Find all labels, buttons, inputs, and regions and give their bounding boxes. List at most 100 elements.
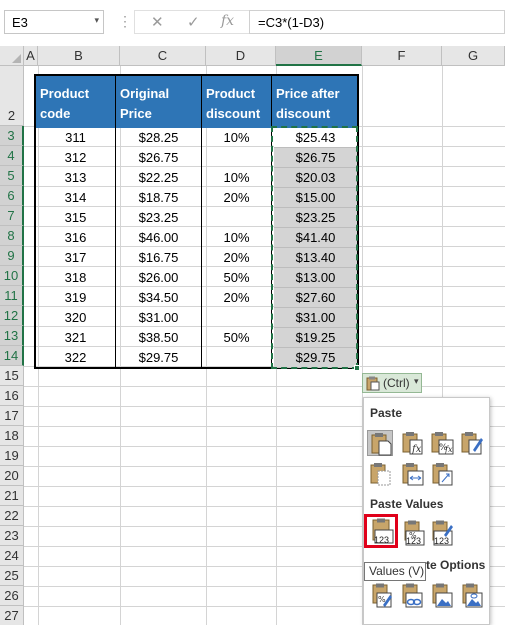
table-cell[interactable]: 50% [202,268,271,288]
table-cell[interactable] [202,148,271,168]
row-header-17[interactable]: 17 [0,406,24,426]
table-cell[interactable]: $22.25 [116,168,201,188]
row-header-25[interactable]: 25 [0,566,24,586]
table-cell[interactable]: 319 [36,288,115,308]
enter-icon[interactable]: ✓ [187,13,200,31]
values-source-formatting-label: 123 [434,536,450,546]
row-header-9[interactable]: 9 [0,246,24,266]
paste-options-button[interactable]: (Ctrl) ▾ [362,373,422,393]
paste-icon [371,433,392,456]
formula-input[interactable]: =C3*(1-D3) [249,10,505,34]
table-header[interactable]: Price after discount [272,76,357,128]
row-header-5[interactable]: 5 [0,166,24,186]
row-header-22[interactable]: 22 [0,506,24,526]
paste-formatting-button[interactable]: % [369,583,395,609]
row-header-11[interactable]: 11 [0,286,24,306]
paste-link-button[interactable] [399,583,425,609]
paste-keep-source-formatting-button[interactable] [459,430,485,456]
table-cell[interactable]: 321 [36,328,115,348]
column-header-e[interactable]: E [276,46,362,66]
row-header-18[interactable]: 18 [0,426,24,446]
column-header-d[interactable]: D [206,46,276,66]
table-cell[interactable] [202,348,271,368]
paste-formulas-number-format-button[interactable]: % fx [429,430,455,456]
table-header[interactable]: Product code [36,76,116,128]
table-cell[interactable]: $23.25 [116,208,201,228]
row-header-12[interactable]: 12 [0,306,24,326]
select-all-button[interactable] [0,46,24,66]
table-cell[interactable]: 318 [36,268,115,288]
table-cell[interactable]: 313 [36,168,115,188]
drag-handle-icon[interactable]: ⋮ [118,13,132,30]
table-cell[interactable]: $46.00 [116,228,201,248]
paste-no-borders-icon [370,463,391,486]
cancel-icon[interactable]: ✕ [151,13,164,31]
row-header-23[interactable]: 23 [0,526,24,546]
row-header-15[interactable]: 15 [0,366,24,386]
row-header-20[interactable]: 20 [0,466,24,486]
row-header-26[interactable]: 26 [0,586,24,606]
column-header-a[interactable]: A [24,46,38,66]
row-header-2[interactable]: 2 [0,66,24,126]
row-header-24[interactable]: 24 [0,546,24,566]
table-header[interactable]: Product discount [202,76,272,128]
paste-formatting-brush-icon [461,432,483,455]
table-cell[interactable]: 322 [36,348,115,368]
paste-button[interactable] [367,430,393,456]
chevron-down-icon[interactable]: ▾ [94,15,99,26]
table-cell[interactable]: 311 [36,128,115,148]
column-header-b[interactable]: B [38,46,120,66]
table-cell[interactable]: 20% [202,288,271,308]
table-cell[interactable]: 315 [36,208,115,228]
table-cell[interactable]: 10% [202,228,271,248]
name-box[interactable]: E3 ▾ [4,10,104,34]
table-cell[interactable]: 10% [202,168,271,188]
paste-keep-column-widths-button[interactable] [399,461,425,487]
table-cell[interactable]: 320 [36,308,115,328]
row-header-8[interactable]: 8 [0,226,24,246]
column-header-g[interactable]: G [442,46,505,66]
row-header-10[interactable]: 10 [0,266,24,286]
insert-function-icon[interactable]: fx [221,13,234,29]
row-header-3[interactable]: 3 [0,126,24,146]
paste-no-borders-button[interactable] [367,461,393,487]
table-cell[interactable]: $26.75 [116,148,201,168]
row-header-13[interactable]: 13 [0,326,24,346]
table-cell[interactable]: $28.25 [116,128,201,148]
table-cell[interactable] [202,208,271,228]
table-cell[interactable] [202,308,271,328]
table-cell[interactable]: $16.75 [116,248,201,268]
table-cell[interactable]: 20% [202,248,271,268]
table-cell[interactable]: $18.75 [116,188,201,208]
row-header-14[interactable]: 14 [0,346,24,366]
table-cell[interactable]: 316 [36,228,115,248]
paste-picture-button[interactable] [429,583,455,609]
table-cell[interactable]: 317 [36,248,115,268]
row-header-19[interactable]: 19 [0,446,24,466]
table-header-line: Product [40,86,90,101]
table-cell[interactable]: $31.00 [116,308,201,328]
table-cell[interactable]: 50% [202,328,271,348]
row-header-7[interactable]: 7 [0,206,24,226]
table-cell[interactable]: 312 [36,148,115,168]
row-header-21[interactable]: 21 [0,486,24,506]
row-header-4[interactable]: 4 [0,146,24,166]
table-header[interactable]: Original Price [116,76,202,128]
fill-handle[interactable] [354,365,360,371]
table-cell[interactable]: $29.75 [116,348,201,368]
paste-transpose-button[interactable] [429,461,455,487]
column-header-f[interactable]: F [362,46,442,66]
paste-linked-picture-button[interactable] [459,583,485,609]
table-cell[interactable]: 10% [202,128,271,148]
paste-formulas-button[interactable]: fx [399,430,425,456]
row-header-27[interactable]: 27 [0,606,24,625]
table-cell[interactable]: 20% [202,188,271,208]
tooltip: Values (V) [364,562,426,581]
column-header-c[interactable]: C [120,46,206,66]
row-header-6[interactable]: 6 [0,186,24,206]
row-header-16[interactable]: 16 [0,386,24,406]
table-cell[interactable]: $38.50 [116,328,201,348]
table-cell[interactable]: 314 [36,188,115,208]
table-cell[interactable]: $26.00 [116,268,201,288]
table-cell[interactable]: $34.50 [116,288,201,308]
